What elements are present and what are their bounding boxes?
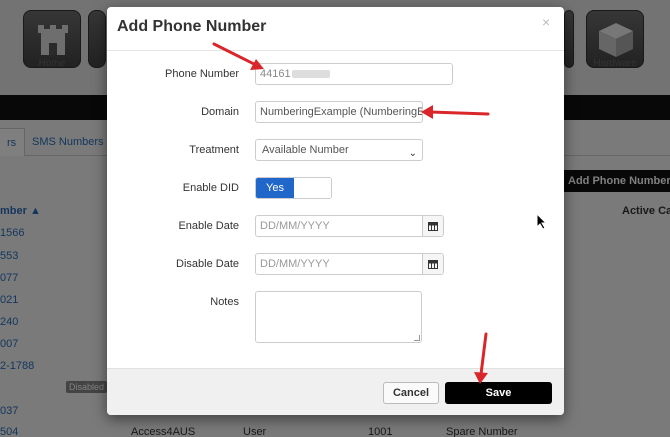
cancel-button[interactable]: Cancel	[383, 382, 439, 404]
treatment-select[interactable]: Available Number ⌄	[255, 139, 423, 161]
phone-number-value: 44161	[260, 68, 291, 80]
treatment-selected-value: Available Number	[262, 144, 349, 156]
toggle-knob	[294, 178, 331, 198]
modal-title: Add Phone Number	[117, 18, 267, 35]
enable-date-placeholder: DD/MM/YYYY	[260, 220, 330, 232]
resize-handle-icon[interactable]	[414, 335, 420, 341]
modal-header: Add Phone Number ×	[107, 7, 564, 51]
phone-number-input[interactable]: 44161	[255, 63, 453, 85]
toggle-yes: Yes	[256, 178, 294, 198]
enable-date-input[interactable]: DD/MM/YYYY	[255, 215, 444, 237]
mouse-pointer-icon	[537, 214, 548, 230]
calendar-icon[interactable]	[422, 216, 443, 236]
notes-textarea[interactable]	[255, 291, 422, 343]
notes-label: Notes	[210, 296, 239, 308]
calendar-icon[interactable]	[422, 254, 443, 274]
add-phone-number-dialog: Add Phone Number × Phone Number 44161 Do…	[107, 7, 564, 415]
redacted-digits	[291, 70, 330, 79]
close-icon[interactable]: ×	[542, 14, 550, 30]
modal-footer: Cancel Save	[107, 368, 564, 415]
treatment-label: Treatment	[189, 144, 239, 156]
enable-did-toggle[interactable]: Yes	[255, 177, 332, 199]
disable-date-label: Disable Date	[176, 258, 239, 270]
domain-label: Domain	[201, 106, 239, 118]
chevron-down-icon: ⌄	[408, 148, 417, 159]
disable-date-input[interactable]: DD/MM/YYYY	[255, 253, 444, 275]
domain-field[interactable]: NumberingExample (NumberingExample)	[255, 101, 423, 123]
phone-number-label: Phone Number	[165, 68, 239, 80]
enable-date-label: Enable Date	[178, 220, 239, 232]
save-button[interactable]: Save	[445, 382, 552, 404]
enable-did-label: Enable DID	[182, 182, 239, 194]
disable-date-placeholder: DD/MM/YYYY	[260, 258, 330, 270]
